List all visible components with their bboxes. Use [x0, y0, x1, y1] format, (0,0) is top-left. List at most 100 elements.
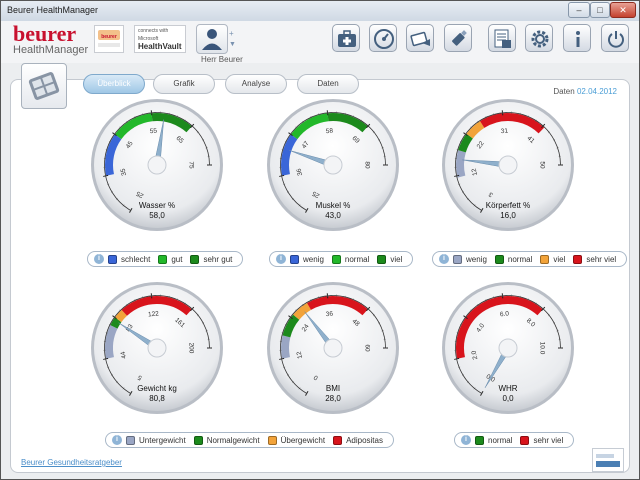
gauge-value: 16,0: [500, 211, 516, 220]
legend-label: sehr viel: [586, 254, 617, 264]
window-title: Beurer HealthManager: [7, 5, 99, 15]
gauge-tick-label: 10.0: [538, 342, 545, 355]
info-icon[interactable]: i: [112, 435, 122, 445]
gauge-value: 0,0: [502, 394, 514, 403]
health-guide-link[interactable]: Beurer Gesundheitsratgeber: [21, 458, 122, 467]
usb-stick-icon[interactable]: [444, 24, 472, 52]
gauge-koerperfett[interactable]: 3 12 22 31 41 50 Körperfett % 16,0: [440, 97, 576, 233]
beurer-logo: beurer HealthManager: [13, 21, 89, 57]
gauge-hub: [498, 338, 518, 358]
date-label: Daten: [553, 87, 575, 96]
legend-swatch-grey: [126, 435, 135, 445]
gauge-hub: [147, 155, 167, 175]
legend-label: normal: [344, 254, 370, 264]
gauge-hub: [323, 155, 343, 175]
gauge-label: Gewicht kg: [137, 384, 177, 393]
gauge-tick-label: 200: [187, 343, 194, 354]
legend-label: gut: [171, 254, 183, 264]
scale-device-button[interactable]: [21, 63, 67, 109]
healthvault-badge[interactable]: connects with Microsoft HealthVault: [134, 25, 186, 53]
gauge-tick-label: 50: [538, 161, 545, 169]
gauge-tick-label: 55: [150, 128, 158, 136]
gauge-tick-label: 75: [187, 161, 194, 169]
gauge-muskel[interactable]: 25 36 47 58 69 80 Muskel % 43,0: [265, 97, 401, 233]
gauge-bmi[interactable]: 0 12 24 36 48 60 BMI 28,0: [265, 280, 401, 416]
minimize-button[interactable]: ‒: [568, 2, 590, 18]
gauge-hub: [498, 155, 518, 175]
first-aid-kit-icon[interactable]: [332, 24, 360, 52]
legend-label: viel: [553, 254, 566, 264]
tab-daten[interactable]: Daten: [297, 74, 359, 94]
close-button[interactable]: ✕: [610, 2, 636, 18]
gauge-segment-orange: [114, 309, 128, 323]
legend-swatch-darkgreen: [475, 435, 484, 445]
gauge-segment-grey: [456, 150, 466, 178]
gauge-hub: [147, 338, 167, 358]
gauge-tick-label: 36: [326, 311, 334, 319]
gauge-tick-label: 6.0: [500, 310, 510, 318]
gauge-label: Wasser %: [138, 201, 176, 210]
healthvault-footer-badge[interactable]: [592, 448, 624, 472]
info-icon[interactable]: i: [439, 254, 449, 264]
legend-swatch-red: [333, 435, 343, 445]
measurement-date: Daten 02.04.2012: [553, 87, 617, 96]
gauge-segment-grey: [105, 325, 118, 359]
app-window: Beurer HealthManager ‒ □ ✕ beurer Health…: [0, 0, 640, 480]
chevron-down-icon[interactable]: ▼: [229, 41, 236, 48]
legend-swatch-blue: [108, 254, 117, 264]
gauge-tick-label: 58: [326, 128, 334, 136]
legend-label: wenig: [303, 254, 324, 264]
gauge-label: Muskel %: [315, 201, 351, 210]
sync-device-icon[interactable]: [406, 24, 434, 52]
notes-icon[interactable]: [488, 24, 516, 52]
gauge-tick-label: 80: [363, 161, 370, 169]
legend-swatch-darkgreen: [377, 254, 387, 264]
power-icon[interactable]: [601, 24, 629, 52]
gauge-label: Körperfett %: [485, 201, 531, 210]
gauge-segment-darkgreen: [110, 317, 122, 329]
legend-label: normal: [507, 254, 533, 264]
legend-swatch-grey: [453, 254, 462, 264]
tab-analyse[interactable]: Analyse: [225, 74, 287, 94]
beurer-connect-badge: beurer: [94, 25, 124, 53]
tab-ueberblick[interactable]: Überblick: [83, 74, 145, 94]
settings-gear-icon[interactable]: [525, 24, 553, 52]
legend-swatch-darkgreen: [193, 435, 203, 445]
legend-koerperfett: i wenig normal viel sehr viel: [432, 251, 628, 267]
speedometer-icon[interactable]: [369, 24, 397, 52]
info-icon[interactable]: i: [94, 254, 104, 264]
info-icon[interactable]: i: [276, 254, 286, 264]
info-icon[interactable]: i: [461, 435, 471, 445]
legend-label: wenig: [466, 254, 487, 264]
info-icon[interactable]: [563, 24, 591, 52]
legend-label: sehr viel: [533, 435, 564, 445]
legend-wasser: i schlecht gut sehr gut: [87, 251, 244, 267]
tab-grafik[interactable]: Grafik: [153, 74, 215, 94]
add-user-icon[interactable]: +: [229, 29, 235, 38]
user-profile-button[interactable]: [196, 24, 228, 54]
legend-swatch-green: [158, 254, 168, 264]
user-name: Herr Beurer: [201, 55, 243, 64]
date-value: 02.04.2012: [576, 87, 617, 96]
gauge-gewicht[interactable]: 5 44 83 122 161 200 Gewicht kg 80,8: [89, 280, 225, 416]
legend-label: schlecht: [121, 254, 151, 264]
gauge-segment-grey: [281, 335, 291, 359]
legend-swatch-red: [573, 254, 583, 264]
gauge-value: 28,0: [325, 394, 341, 403]
gauge-wasser[interactable]: 25 35 45 55 65 75 Wasser % 58,0: [89, 97, 225, 233]
svg-text:beurer: beurer: [101, 34, 117, 40]
legend-label: Adipositas: [346, 435, 383, 445]
gauge-hub: [323, 338, 343, 358]
legend-bmi-gewicht: i Untergewicht Normalgewicht Übergewicht Adi…: [105, 432, 394, 448]
user-avatar-icon: [202, 29, 222, 50]
legend-label: normal: [488, 435, 513, 445]
maximize-button[interactable]: □: [590, 2, 610, 18]
legend-swatch-darkgreen: [190, 254, 200, 264]
legend-swatch-orange: [540, 254, 550, 264]
legend-label: sehr gut: [203, 254, 233, 264]
legend-swatch-red: [520, 435, 530, 445]
gauge-tick-label: 60: [363, 344, 370, 352]
gauge-value: 58,0: [149, 211, 165, 220]
gauge-tick-label: 122: [148, 310, 160, 318]
gauge-whr[interactable]: 0.02.04.06.08.010.0WHR0,0: [440, 280, 576, 416]
